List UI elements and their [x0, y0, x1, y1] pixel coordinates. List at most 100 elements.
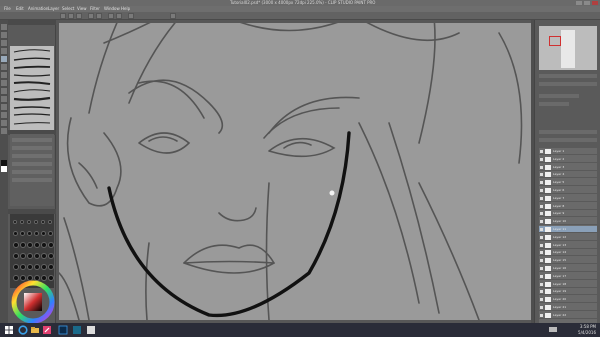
fill-button[interactable] — [116, 13, 122, 19]
visibility-eye-icon[interactable] — [540, 298, 543, 302]
brush-size-preset[interactable] — [13, 220, 17, 224]
brush-preset[interactable] — [12, 120, 52, 126]
layer-row[interactable]: Layer 7 — [539, 195, 597, 202]
brush-size-preset[interactable] — [41, 264, 47, 270]
anti-aliasing-control[interactable] — [12, 154, 52, 158]
visibility-eye-icon[interactable] — [540, 228, 543, 231]
brush-size-slider[interactable] — [12, 138, 52, 142]
layer-row[interactable]: Layer 8 — [539, 203, 597, 210]
brush-size-preset[interactable] — [13, 231, 18, 236]
layer-row[interactable]: Layer 5 — [539, 179, 597, 187]
layer-row[interactable]: Layer 22 — [539, 312, 597, 319]
clip-studio-icon[interactable] — [42, 325, 52, 335]
brush-size-preset[interactable] — [20, 242, 26, 248]
blend-tool-icon[interactable] — [1, 96, 7, 102]
layer-row[interactable]: Layer 18 — [539, 281, 597, 288]
layer-row[interactable]: Layer 11 — [539, 226, 597, 233]
monitor-icon[interactable] — [548, 325, 558, 335]
visibility-eye-icon[interactable] — [540, 274, 543, 278]
brush-size-preset[interactable] — [27, 264, 33, 270]
brush-size-preset[interactable] — [41, 220, 45, 224]
brush-preset[interactable] — [12, 72, 52, 78]
undo-button[interactable] — [88, 13, 94, 19]
layer-color-bar[interactable] — [539, 102, 569, 106]
brush-size-preset[interactable] — [48, 242, 54, 248]
brush-preset[interactable] — [12, 64, 52, 70]
brush-size-preset[interactable] — [20, 220, 24, 224]
visibility-eye-icon[interactable] — [540, 313, 543, 317]
visibility-eye-icon[interactable] — [540, 282, 543, 286]
layer-row[interactable]: Layer 2 — [539, 156, 597, 163]
brush-preset[interactable] — [12, 96, 52, 102]
brush-preset[interactable] — [12, 88, 52, 94]
brush-preset[interactable] — [12, 104, 52, 110]
media-icon[interactable] — [72, 325, 82, 335]
transform-button[interactable] — [128, 13, 134, 19]
thickness-slider[interactable] — [12, 178, 52, 182]
color-wheel[interactable] — [10, 280, 56, 324]
figure-tool-icon[interactable] — [1, 120, 7, 126]
brush-size-preset[interactable] — [13, 264, 19, 270]
blend-mode-select[interactable] — [539, 130, 597, 134]
brush-size-preset[interactable] — [20, 253, 26, 259]
brush-size-preset[interactable] — [27, 220, 31, 224]
layer-row[interactable]: Layer 12 — [539, 234, 597, 241]
move-tool-icon[interactable] — [1, 32, 7, 38]
visibility-eye-icon[interactable] — [540, 189, 543, 192]
layer-row[interactable]: Layer 6 — [539, 187, 597, 194]
text-tool-icon[interactable] — [1, 128, 7, 134]
close-button[interactable] — [592, 1, 598, 5]
brush-size-preset[interactable] — [34, 242, 40, 248]
visibility-eye-icon[interactable] — [540, 259, 543, 263]
visibility-eye-icon[interactable] — [540, 267, 543, 270]
navigator-panel[interactable] — [539, 26, 597, 70]
brush-size-preset[interactable] — [27, 231, 32, 236]
brush-size-preset[interactable] — [34, 253, 40, 259]
visibility-eye-icon[interactable] — [540, 196, 543, 200]
visibility-eye-icon[interactable] — [540, 204, 543, 208]
layer-row[interactable]: Layer 20 — [539, 296, 597, 304]
internet-explorer-icon[interactable] — [18, 325, 28, 335]
brush-preset[interactable] — [12, 112, 52, 118]
maximize-button[interactable] — [584, 1, 590, 5]
brush-size-preset[interactable] — [48, 231, 53, 236]
layer-row[interactable]: Layer 21 — [539, 304, 597, 311]
folder-icon[interactable] — [30, 325, 40, 335]
brush-size-preset[interactable] — [48, 253, 54, 259]
brush-size-preset[interactable] — [20, 264, 26, 270]
minimize-button[interactable] — [576, 1, 582, 5]
redo-button[interactable] — [96, 13, 102, 19]
layer-row[interactable]: Layer 9 — [539, 210, 597, 218]
airbrush-tool-icon[interactable] — [1, 80, 7, 86]
layer-row[interactable]: Layer 1 — [539, 148, 597, 155]
clear-button[interactable] — [108, 13, 114, 19]
visibility-eye-icon[interactable] — [540, 157, 543, 161]
brush-size-preset[interactable] — [13, 242, 19, 248]
visibility-eye-icon[interactable] — [540, 306, 543, 309]
visibility-eye-icon[interactable] — [540, 243, 543, 247]
eyedropper-tool-icon[interactable] — [1, 48, 7, 54]
brush-size-preset[interactable] — [48, 220, 52, 224]
stabilization-slider[interactable] — [12, 162, 52, 166]
brush-size-preset[interactable] — [41, 253, 47, 259]
visibility-eye-icon[interactable] — [540, 150, 543, 153]
visibility-eye-icon[interactable] — [540, 173, 543, 177]
brush-tool-icon[interactable] — [1, 72, 7, 78]
visibility-eye-icon[interactable] — [540, 290, 543, 294]
layer-row[interactable]: Layer 16 — [539, 265, 597, 272]
brush-preset[interactable] — [12, 80, 52, 86]
layer-row[interactable]: Layer 14 — [539, 249, 597, 257]
brush-preset[interactable] — [12, 48, 52, 54]
brush-size-preset[interactable] — [34, 231, 39, 236]
brush-preset[interactable] — [12, 56, 52, 62]
brush-size-preset[interactable] — [41, 242, 47, 248]
navigator-view-rect[interactable] — [549, 36, 561, 46]
gradient-tool-icon[interactable] — [1, 112, 7, 118]
visibility-eye-icon[interactable] — [540, 181, 543, 185]
skype-icon[interactable] — [86, 325, 96, 335]
zoom-tool-icon[interactable] — [1, 24, 7, 30]
photoshop-icon[interactable] — [58, 325, 68, 335]
opacity-slider[interactable] — [12, 146, 52, 150]
brush-size-preset[interactable] — [34, 220, 38, 224]
visibility-eye-icon[interactable] — [540, 165, 543, 169]
